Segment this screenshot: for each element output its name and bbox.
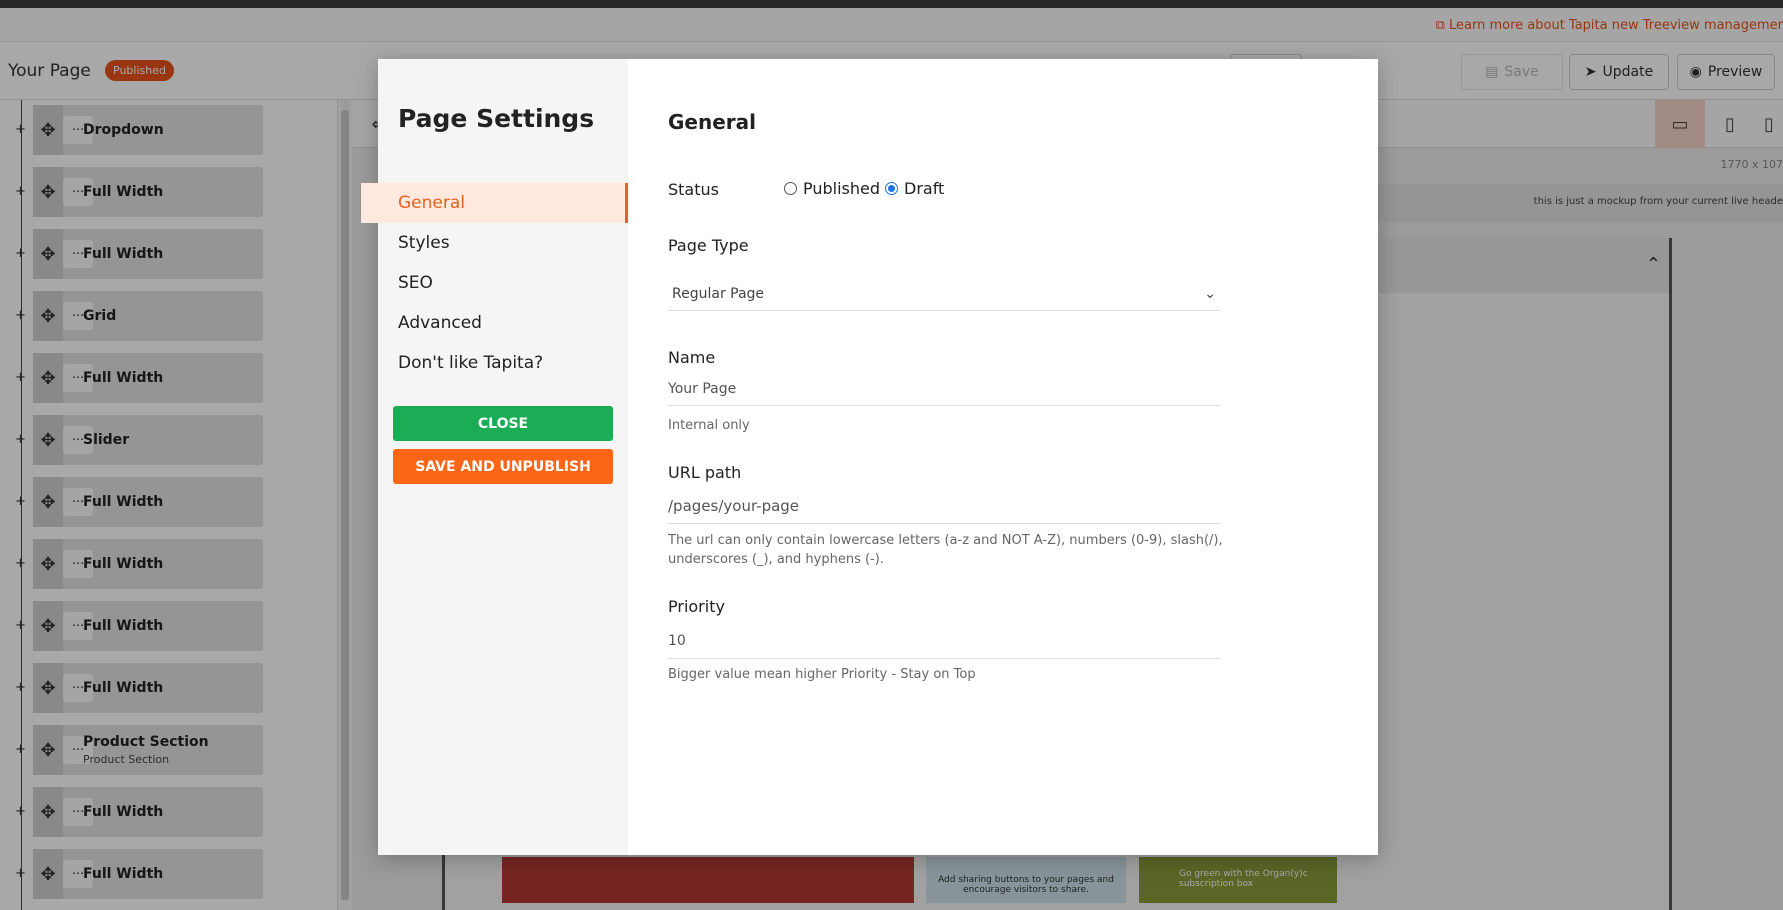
modal-sidebar: Page Settings General Styles SEO Advance…: [361, 59, 628, 855]
url-path-label: URL path: [668, 463, 742, 482]
name-hint: Internal only: [668, 418, 750, 433]
nav-item-dont-like[interactable]: Don't like Tapita?: [361, 343, 628, 383]
nav-item-general[interactable]: General: [361, 183, 628, 223]
page-settings-modal: Page Settings General Styles SEO Advance…: [361, 59, 1378, 855]
priority-hint: Bigger value mean higher Priority - Stay…: [668, 667, 976, 682]
name-input[interactable]: Your Page: [668, 372, 1220, 406]
priority-label: Priority: [668, 597, 725, 616]
section-heading: General: [668, 110, 756, 134]
status-published-radio[interactable]: Published: [784, 179, 880, 198]
modal-title: Page Settings: [398, 104, 595, 133]
page-type-label: Page Type: [668, 236, 749, 255]
url-path-hint: The url can only contain lowercase lette…: [668, 533, 1223, 567]
nav-item-styles[interactable]: Styles: [361, 223, 628, 263]
settings-nav: General Styles SEO Advanced Don't like T…: [361, 183, 628, 383]
name-label: Name: [668, 348, 716, 367]
save-and-unpublish-button[interactable]: SAVE AND UNPUBLISH: [393, 449, 613, 484]
radio-icon: [784, 182, 797, 195]
status-draft-radio[interactable]: Draft: [885, 179, 944, 198]
nav-item-seo[interactable]: SEO: [361, 263, 628, 303]
modal-content: General Status Published Draft Page Type…: [628, 59, 1378, 855]
nav-item-advanced[interactable]: Advanced: [361, 303, 628, 343]
status-label: Status: [668, 180, 719, 199]
radio-selected-icon: [885, 182, 898, 195]
close-button[interactable]: CLOSE: [393, 406, 613, 441]
priority-input[interactable]: 10: [668, 623, 1220, 659]
page-type-select[interactable]: Regular Page ⌄: [668, 277, 1220, 311]
chevron-down-icon: ⌄: [1204, 285, 1216, 302]
url-path-input[interactable]: /pages/your-page: [668, 488, 1220, 524]
